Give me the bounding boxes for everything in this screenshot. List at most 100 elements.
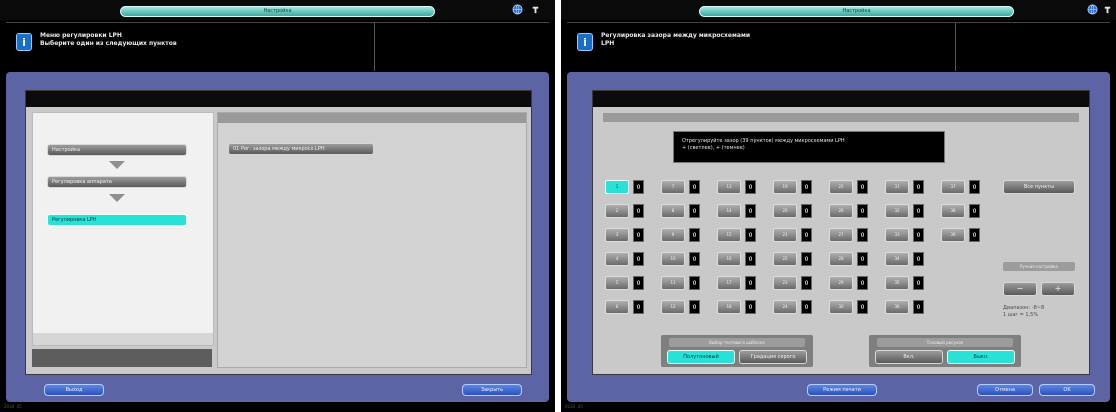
mode-indicator: Настройка: [699, 6, 1014, 17]
gap-point-value: 0: [857, 276, 868, 290]
gap-point-button[interactable]: 12: [661, 300, 685, 314]
content-frame: Отрегулируйте зазор (39 пунктов) между м…: [567, 72, 1110, 402]
gap-point-button[interactable]: 26: [829, 204, 853, 218]
gap-point-button[interactable]: 25: [829, 180, 853, 194]
gap-point-button[interactable]: 24: [773, 300, 797, 314]
gap-point-value: 0: [633, 228, 644, 242]
range-info: Диапазон: -8~8 1 шаг = 1,5%: [1003, 305, 1044, 319]
mode-title: Настройка: [263, 8, 292, 14]
test-pattern-group: Выбор тестового шаблона Полутоновый Град…: [661, 335, 813, 367]
gap-point-button[interactable]: 37: [941, 180, 965, 194]
gap-point-button[interactable]: 33: [885, 228, 909, 242]
gap-point-value: 0: [801, 252, 812, 266]
gap-point-button[interactable]: 35: [885, 276, 909, 290]
gap-point-button[interactable]: 4: [605, 252, 629, 266]
gap-point-value: 0: [857, 204, 868, 218]
gap-point-button[interactable]: 39: [941, 228, 965, 242]
gap-point-button[interactable]: 18: [717, 300, 741, 314]
help-icon[interactable]: [530, 4, 541, 15]
gap-point-button[interactable]: 8: [661, 204, 685, 218]
gap-point-value: 0: [689, 180, 700, 194]
minus-button[interactable]: −: [1003, 282, 1037, 296]
gap-point-button[interactable]: 36: [885, 300, 909, 314]
gap-point-button[interactable]: 20: [773, 204, 797, 218]
density-pattern-group: Тоновый рисунок Вкл. Выкл.: [869, 335, 1021, 367]
help-icon[interactable]: [1102, 4, 1113, 15]
lph-gap-adjust-button[interactable]: 01 Рег. зазора между микросх.LPH: [228, 143, 374, 155]
header-divider: [374, 23, 375, 71]
footer: 2030 .45: [4, 404, 22, 409]
gap-point-value: 0: [913, 204, 924, 218]
gap-point-button[interactable]: 28: [829, 252, 853, 266]
gap-point-value: 0: [633, 276, 644, 290]
gap-point-button[interactable]: 1: [605, 180, 629, 194]
gap-point-button[interactable]: 16: [717, 252, 741, 266]
close-button[interactable]: Закрыть: [462, 384, 522, 396]
gap-point-value: 0: [801, 180, 812, 194]
gap-point-button[interactable]: 2: [605, 204, 629, 218]
gap-point-button[interactable]: 31: [885, 180, 909, 194]
gap-point-button[interactable]: 22: [773, 252, 797, 266]
gap-point-value: 0: [913, 300, 924, 314]
gap-point-value: 0: [689, 204, 700, 218]
gap-point-button[interactable]: 21: [773, 228, 797, 242]
gap-point-value: 0: [745, 180, 756, 194]
mode-title: Настройка: [842, 8, 871, 14]
gap-point-button[interactable]: 19: [773, 180, 797, 194]
globe-icon[interactable]: [512, 4, 523, 15]
gap-point-button[interactable]: 10: [661, 252, 685, 266]
gap-point-button[interactable]: 29: [829, 276, 853, 290]
print-mode-button[interactable]: Режим печати: [807, 384, 877, 396]
density-on-option[interactable]: Вкл.: [875, 350, 943, 364]
gap-point-button[interactable]: 9: [661, 228, 685, 242]
gap-point-value: 0: [689, 252, 700, 266]
nav-item-lph-adjust[interactable]: Регулировка LPH: [47, 214, 187, 226]
gap-point-button[interactable]: 3: [605, 228, 629, 242]
nav-item-machine-adjust[interactable]: Регулировка аппарата: [47, 176, 187, 188]
info-icon: i: [16, 33, 32, 51]
gap-point-button[interactable]: 23: [773, 276, 797, 290]
ok-button[interactable]: OK: [1039, 384, 1095, 396]
gap-point-value: 0: [689, 276, 700, 290]
footer: 2030 .45: [565, 404, 583, 409]
gap-point-value: 0: [633, 204, 644, 218]
panel-title-bar: [26, 91, 531, 107]
density-off-option[interactable]: Выкл.: [947, 350, 1015, 364]
gap-point-button[interactable]: 7: [661, 180, 685, 194]
right-screen: Настройка i Регулировка зазора между мик…: [561, 0, 1116, 412]
gap-point-button[interactable]: 17: [717, 276, 741, 290]
globe-icon[interactable]: [1087, 4, 1098, 15]
gap-point-value: 0: [633, 300, 644, 314]
message-line-1: Регулировка зазора между микросхемами: [601, 32, 751, 39]
all-items-button[interactable]: Все пункты: [1003, 180, 1075, 194]
gap-point-button[interactable]: 6: [605, 300, 629, 314]
top-bar: Настройка: [561, 0, 1116, 20]
gap-point-button[interactable]: 11: [661, 276, 685, 290]
content-panel: Отрегулируйте зазор (39 пунктов) между м…: [592, 90, 1090, 375]
gap-point-button[interactable]: 34: [885, 252, 909, 266]
halftone-option[interactable]: Полутоновый: [667, 350, 735, 364]
gap-point-button[interactable]: 13: [717, 180, 741, 194]
manual-adjust-label: Ручная настройка: [1003, 262, 1075, 271]
exit-button[interactable]: Выход: [44, 384, 104, 396]
gap-point-button[interactable]: 30: [829, 300, 853, 314]
gap-point-value: 0: [801, 204, 812, 218]
cancel-button[interactable]: Отмена: [977, 384, 1033, 396]
grayscale-option[interactable]: Градация серого: [739, 350, 807, 364]
gap-point-button[interactable]: 14: [717, 204, 741, 218]
gap-point-button[interactable]: 5: [605, 276, 629, 290]
gap-point-button[interactable]: 27: [829, 228, 853, 242]
gap-point-button[interactable]: 38: [941, 204, 965, 218]
gap-point-button[interactable]: 32: [885, 204, 909, 218]
gap-point-value: 0: [969, 204, 980, 218]
content-frame: Настройка Регулировка аппарата Регулиров…: [6, 72, 549, 402]
message-text: Меню регулировки LPH Выберите один из сл…: [40, 32, 177, 48]
plus-button[interactable]: +: [1041, 282, 1075, 296]
nav-item-settings[interactable]: Настройка: [47, 144, 187, 156]
gap-point-value: 0: [857, 180, 868, 194]
range-line-2: 1 шаг = 1,5%: [1003, 312, 1039, 318]
test-pattern-label: Выбор тестового шаблона: [669, 338, 805, 347]
gap-point-button[interactable]: 15: [717, 228, 741, 242]
content-panel: Настройка Регулировка аппарата Регулиров…: [25, 90, 532, 375]
gap-point-value: 0: [913, 180, 924, 194]
